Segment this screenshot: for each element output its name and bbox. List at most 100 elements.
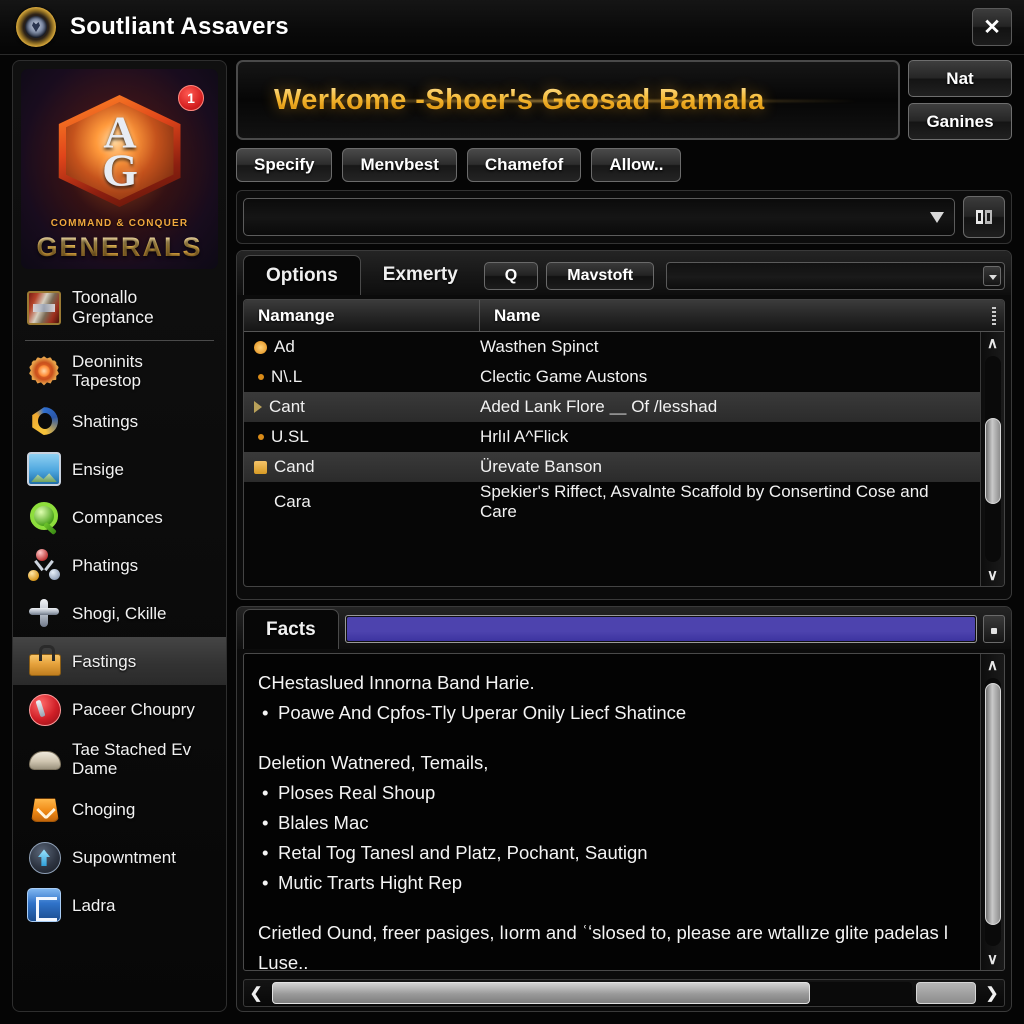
tool-icon (976, 210, 992, 224)
facts-list-item: Ploses Real Shoup (258, 778, 970, 808)
sidebar-item-paceer-choupry[interactable]: Paceer Choupry (13, 685, 226, 733)
close-icon[interactable]: ✕ (972, 8, 1012, 46)
facts-scroll-thumb[interactable] (984, 683, 1001, 925)
application-window: Soutliant Assavers ✕ 1 A G COMMAND & CON… (0, 0, 1024, 1024)
banner-row: Werkome -Shoer's Geosad Bamala Nat Ganin… (236, 60, 1012, 140)
table-row[interactable]: Cand Ürevate Banson (244, 452, 1004, 482)
sidebar-item-ensige[interactable]: Ensige (13, 445, 226, 493)
sidebar-item-deoninits-tapestop[interactable]: Deoninits Tapestop (13, 345, 226, 397)
sidebar-item-label: Toonallo Greptance (72, 287, 154, 327)
sidebar-item-label: Deoninits Tapestop (72, 352, 143, 391)
options-panel: Options Exmerty Q Mavstoft Namange Name (236, 250, 1012, 600)
chevron-down-icon[interactable] (930, 212, 944, 223)
nat-button[interactable]: Nat (908, 60, 1012, 97)
filter-input[interactable] (666, 262, 1005, 290)
table-row[interactable]: Cant Aded Lank Flore ⸏ Of /lesshad (244, 392, 1004, 422)
package-icon (27, 644, 61, 678)
facts-spacer (258, 898, 970, 918)
row-bullet-icon (254, 496, 267, 509)
specify-button[interactable]: Specify (236, 148, 333, 182)
allow-button[interactable]: Allow.. (591, 148, 682, 182)
table-cell-name: Clectic Game Austons (480, 366, 648, 386)
chevron-right-icon[interactable] (254, 401, 262, 413)
table-body: Ad Wasthen Spinct N\.L Clectic Game Aust… (244, 332, 1004, 586)
facts-hscroll-page-button[interactable] (916, 982, 976, 1004)
sidebar-item-choging[interactable]: Choging (13, 785, 226, 833)
menvbest-button[interactable]: Menvbest (342, 148, 457, 182)
column-header-name[interactable]: Name (480, 300, 1004, 331)
search-button[interactable]: Q (483, 262, 539, 290)
scroll-right-icon[interactable]: ❯ (980, 981, 1004, 1005)
tool-icon-button[interactable] (963, 196, 1005, 238)
table-cell-name: Aded Lank Flore ⸏ Of /lesshad (480, 396, 718, 416)
sidebar-item-label: Shatings (72, 411, 139, 431)
path-combo-row (236, 190, 1012, 244)
facts-spacer (258, 728, 970, 748)
scroll-down-icon[interactable]: ∨ (981, 564, 1005, 586)
scroll-down-icon[interactable]: ∨ (981, 948, 1005, 970)
table-cell-namange: Cara (244, 492, 480, 512)
table-cell-namange-label: Ad (274, 337, 295, 356)
facts-text-area[interactable]: CHestaslued Innorna Band Harie. Poawe And… (243, 653, 1005, 971)
table-cell-name: Hrlıl A^Flick (480, 426, 569, 446)
facts-horizontal-scrollbar[interactable]: ❮ ❯ (243, 979, 1005, 1007)
blue-app-icon (27, 888, 61, 923)
scroll-left-icon[interactable]: ❮ (244, 981, 268, 1005)
shell-icon (27, 742, 61, 776)
game-card[interactable]: 1 A G COMMAND & CONQUER GENERALS (21, 69, 218, 269)
table-scroll-track[interactable] (984, 356, 1001, 562)
column-options-icon[interactable] (992, 307, 996, 325)
sidebar-item-shogi-ckille[interactable]: Shogi, Ckille (13, 589, 226, 637)
table-cell-namange-label: Cant (269, 397, 305, 416)
table-row[interactable]: Cara Spekier's Riffect, Asvalnte Scaffol… (244, 482, 1004, 522)
action-button-row: Specify Menvbest Chamefof Allow.. (236, 148, 1012, 182)
table-cell-namange: Cant (244, 397, 480, 417)
tab-facts[interactable]: Facts (243, 609, 339, 649)
chevron-down-icon[interactable] (983, 266, 1001, 286)
chamefof-button[interactable]: Chamefof (466, 148, 582, 182)
facts-list-item: Poawe And Cpfos-Tly Uperar Onily Liecf S… (258, 698, 970, 728)
facts-hscroll-track[interactable] (272, 982, 912, 1004)
table-row[interactable]: N\.L Clectic Game Austons (244, 362, 1004, 392)
table-row[interactable]: U.SL Hrlıl A^Flick (244, 422, 1004, 452)
sidebar-item-fastings[interactable]: Fastings (13, 637, 226, 686)
facts-list-item: Retal Tog Tanesl and Platz, Pochant, Sau… (258, 838, 970, 868)
row-bullet-icon (258, 374, 264, 380)
sidebar-item-shatings[interactable]: Shatings (13, 397, 226, 445)
sidebar-item-tae-stached-ev-dame[interactable]: Tae Stached Ev Dame (13, 733, 226, 785)
window-title: Soutliant Assavers (70, 13, 289, 40)
ganines-button[interactable]: Ganines (908, 103, 1012, 140)
table-row[interactable]: Ad Wasthen Spinct (244, 332, 1004, 362)
sidebar-item-label: Phatings (72, 555, 139, 575)
sidebar-item-supowntment[interactable]: Supowntment (13, 833, 226, 881)
facts-vertical-scrollbar[interactable]: ∧ ∨ (980, 654, 1004, 970)
table-vertical-scrollbar[interactable]: ∧ ∨ (980, 332, 1004, 586)
sidebar-item-ladra[interactable]: Ladra (13, 881, 226, 929)
scroll-up-icon[interactable]: ∧ (981, 332, 1005, 354)
sidebar-item-label: Supowntment (72, 847, 176, 867)
tab-options[interactable]: Options (243, 255, 361, 295)
game-thumbnail-icon (27, 290, 61, 325)
mavstoft-button[interactable]: Mavstoft (546, 262, 655, 290)
sidebar: 1 A G COMMAND & CONQUER GENERALS Toonall… (12, 60, 227, 1012)
facts-progress-bar[interactable] (344, 615, 977, 643)
tab-exmerty[interactable]: Exmerty (361, 255, 480, 295)
sidebar-item-label: Tae Stached Ev Dame (72, 740, 192, 779)
path-combobox[interactable] (243, 198, 955, 236)
sidebar-item-phatings[interactable]: Phatings (13, 541, 226, 589)
column-header-namange[interactable]: Namange (244, 300, 480, 331)
facts-hscroll-thumb[interactable] (272, 982, 810, 1004)
table-scroll-thumb[interactable] (984, 417, 1001, 505)
sidebar-item-label: Choging (72, 799, 136, 819)
banner-title: Werkome -Shoer's Geosad Bamala (274, 83, 765, 116)
sidebar-item-compances[interactable]: Compances (13, 493, 226, 541)
table-cell-namange-label: Cara (274, 492, 311, 512)
swirl-icon (27, 404, 61, 438)
facts-dropdown-button[interactable] (983, 615, 1005, 643)
sidebar-item-label: Compances (72, 507, 163, 527)
scroll-up-icon[interactable]: ∧ (981, 654, 1005, 676)
facts-scroll-track[interactable] (984, 678, 1001, 946)
sidebar-item-toonallo-greptance[interactable]: Toonallo Greptance (13, 281, 226, 334)
title-bar: Soutliant Assavers ✕ (0, 0, 1024, 55)
sidebar-item-label: Paceer Choupry (72, 699, 195, 719)
